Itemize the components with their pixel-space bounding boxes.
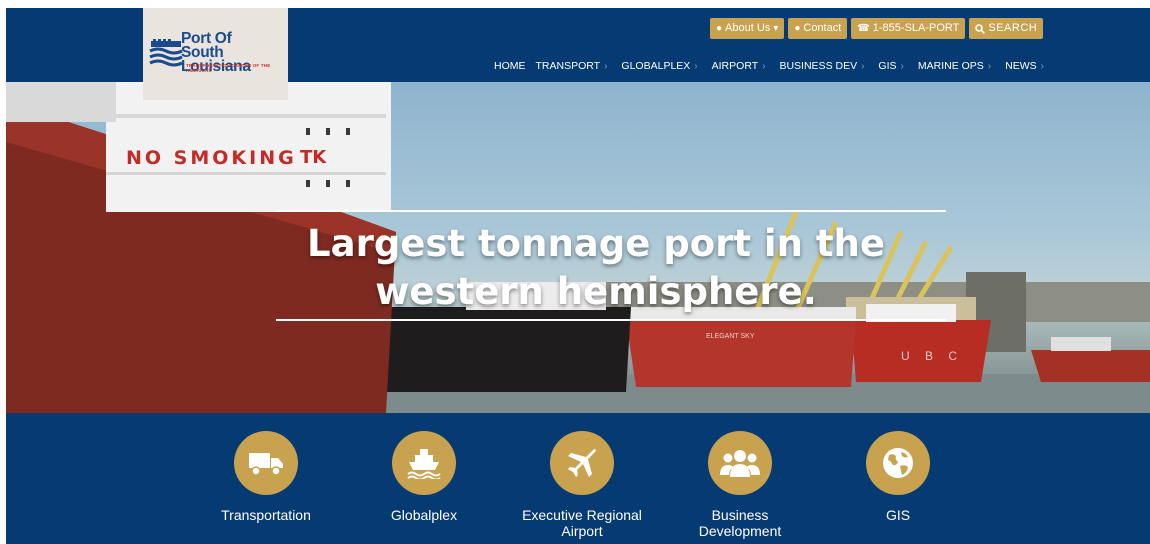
- chevron-right-icon: ›: [861, 60, 865, 72]
- search-button[interactable]: SEARCH: [969, 18, 1044, 39]
- people-icon: [720, 450, 760, 477]
- hero-rule-top: [276, 210, 946, 212]
- nav-marine-ops[interactable]: MARINE OPS ›: [918, 60, 1005, 72]
- chevron-right-icon: ›: [987, 60, 992, 72]
- phone-icon: ☎: [857, 23, 870, 34]
- hero-headline-line2: western hemisphere.: [375, 270, 817, 313]
- utility-bar: ● About Us ▾ ● Contact ☎ 1-855-SLA-PORT …: [710, 18, 1044, 39]
- about-us-label: About Us: [725, 22, 771, 34]
- feature-business-development[interactable]: Business Development: [670, 431, 810, 539]
- svg-text:U B C: U B C: [901, 349, 963, 363]
- feature-circle: [234, 431, 298, 495]
- feature-circle: [550, 431, 614, 495]
- contact-label: Contact: [803, 22, 842, 34]
- feature-transportation[interactable]: Transportation: [196, 431, 336, 523]
- ship-icon: [407, 449, 441, 479]
- about-us-dropdown[interactable]: ● About Us ▾: [710, 18, 785, 39]
- nav-airport[interactable]: AIRPORT ›: [712, 60, 780, 72]
- chevron-right-icon: ›: [694, 60, 698, 72]
- hero-headline-line1: Largest tonnage port in the: [307, 222, 885, 265]
- plane-icon: [568, 449, 596, 477]
- main-nav: HOME TRANSPORT › GLOBALPLEX › AIRPORT › BUS…: [494, 60, 1058, 72]
- globe-icon: [883, 448, 913, 478]
- svg-text:NO SMOKING: NO SMOKING: [126, 147, 297, 169]
- feature-circle: [708, 431, 772, 495]
- phone-button[interactable]: ☎ 1-855-SLA-PORT: [851, 18, 966, 39]
- search-label: SEARCH: [988, 22, 1038, 34]
- nav-gis[interactable]: GIS ›: [878, 60, 917, 72]
- search-icon: [975, 23, 986, 34]
- page-frame: Port Of South Louisiana TRANSPORTATION C…: [6, 8, 1150, 544]
- chevron-right-icon: ›: [1040, 60, 1044, 72]
- svg-text:TK: TK: [300, 147, 327, 168]
- hero-banner: U B C ELEGANT SKY NO SMOKING TK Largest …: [6, 82, 1150, 413]
- hero-rule-bottom: [276, 319, 946, 321]
- nav-home[interactable]: HOME: [494, 60, 536, 72]
- feature-label: Transportation: [221, 507, 311, 523]
- chevron-right-icon: ›: [604, 60, 608, 72]
- nav-globalplex[interactable]: GLOBALPLEX ›: [621, 60, 711, 72]
- feature-links: Transportation Globalplex Executive Regi…: [6, 413, 1150, 544]
- contact-button[interactable]: ● Contact: [788, 18, 848, 39]
- hero-headline: Largest tonnage port in the western hemi…: [246, 220, 946, 316]
- nav-news[interactable]: NEWS ›: [1005, 60, 1058, 72]
- site-logo[interactable]: Port Of South Louisiana TRANSPORTATION C…: [143, 8, 288, 100]
- feature-circle: [392, 431, 456, 495]
- feature-label: GIS: [885, 507, 911, 523]
- truck-icon: [249, 453, 283, 476]
- feature-gis[interactable]: GIS: [828, 431, 968, 523]
- svg-text:ELEGANT SKY: ELEGANT SKY: [706, 333, 755, 340]
- chevron-right-icon: ›: [900, 60, 904, 72]
- chat-bubble-icon: ●: [794, 23, 801, 34]
- map-marker-icon: ●: [716, 23, 723, 34]
- chevron-right-icon: ›: [762, 60, 766, 72]
- feature-label: Executive Regional Airport: [522, 507, 642, 539]
- feature-globalplex[interactable]: Globalplex: [354, 431, 494, 523]
- nav-business-dev[interactable]: BUSINESS DEV ›: [779, 60, 878, 72]
- phone-label: 1-855-SLA-PORT: [872, 22, 960, 34]
- logo-tagline: TRANSPORTATION CENTER OF THE AMERICAS: [186, 63, 271, 73]
- nav-transport[interactable]: TRANSPORT ›: [536, 60, 622, 72]
- feature-executive-regional-airport[interactable]: Executive Regional Airport: [512, 431, 652, 539]
- port-logo-icon: [149, 39, 183, 67]
- site-header: Port Of South Louisiana TRANSPORTATION C…: [6, 8, 1150, 100]
- feature-label: Business Development: [698, 507, 782, 539]
- feature-label: Globalplex: [390, 507, 458, 523]
- feature-circle: [866, 431, 930, 495]
- caret-down-icon: ▾: [773, 23, 779, 34]
